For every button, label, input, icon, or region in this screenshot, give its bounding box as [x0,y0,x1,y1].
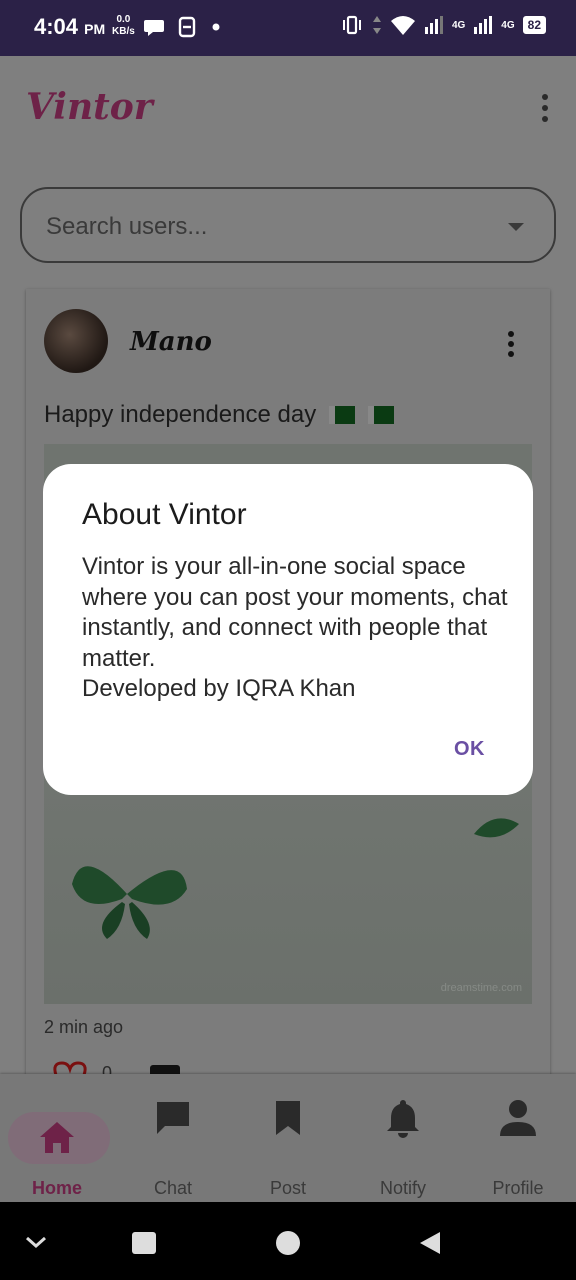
post-more-icon[interactable] [508,331,516,357]
dot-icon [212,23,220,31]
recent-apps-icon[interactable] [132,1232,156,1254]
dialog-title: About Vintor [82,498,247,531]
nav-item-notify[interactable]: Notify [348,1092,458,1198]
nav-item-home[interactable]: Home [2,1092,112,1198]
nav-label-chat: Chat [153,1178,193,1198]
post-time: 2 min ago [44,1017,124,1037]
image-watermark: dreamstime.com [440,982,522,994]
nav-label-profile: Profile [492,1178,544,1198]
leaves-decoration-icon [474,818,519,838]
chat-icon [157,1102,189,1134]
network-speed: 0.0 KB/s [112,14,135,38]
nav-label-home: Home [31,1178,82,1198]
nav-label-post: Post [269,1178,307,1198]
avatar[interactable] [44,309,108,373]
bottom-navigation: Home Chat Post Notify Profile [0,1074,576,1202]
bookmark-icon [276,1101,300,1135]
search-users-field[interactable]: Search users... [20,187,556,263]
post-author[interactable]: Mano [130,327,212,357]
home-icon [40,1122,74,1153]
signal-icon [474,16,493,34]
about-dialog: About Vintor Vintor is your all-in-one s… [43,464,533,795]
pakistan-flag-icon [367,406,394,424]
ok-button[interactable]: OK [454,738,485,761]
dropdown-arrow-icon[interactable] [508,223,524,231]
status-time-value: 4:04 [34,14,79,39]
post-caption: Happy independence day [44,401,317,428]
chevron-down-icon[interactable] [24,1234,48,1250]
home-circle-icon[interactable] [276,1231,300,1255]
back-triangle-icon[interactable] [418,1230,442,1256]
nav-item-profile[interactable]: Profile [463,1092,573,1198]
bell-icon [387,1100,419,1138]
person-icon [500,1100,536,1136]
post-text: Happy independence day [44,401,394,429]
status-ampm: PM [84,21,106,37]
nav-item-chat[interactable]: Chat [118,1092,228,1198]
battery-level: 82 [522,16,546,34]
status-bar: 4:04 PM 0.0 KB/s 4G 4G 82 [0,0,576,56]
nav-item-post[interactable]: Post [233,1092,343,1198]
system-navigation-bar [0,1202,576,1280]
network-speed-unit: KB/s [112,26,135,37]
data-arrows-icon [372,16,381,34]
nav-label-notify: Notify [379,1178,426,1198]
pakistan-flag-icon [328,406,355,424]
network-type-label: 4G [451,19,466,31]
more-options-icon[interactable] [540,94,550,122]
network-speed-value: 0.0 [116,14,131,25]
system-status-icons: 4G 4G 82 [340,14,546,36]
notification-icons [143,15,223,39]
butterfly-icon [72,866,187,939]
vibrate-icon [342,15,361,35]
app-title: Vintor [26,86,153,128]
app-notification-icon [178,16,196,38]
network-type-label: 4G [501,19,515,31]
message-bubble-icon [144,20,164,36]
search-placeholder: Search users... [46,213,208,240]
status-time: 4:04 PM [34,14,105,40]
wifi-icon [390,16,415,35]
dialog-message: Vintor is your all-in-one social space w… [82,553,508,702]
signal-icon [424,16,443,34]
